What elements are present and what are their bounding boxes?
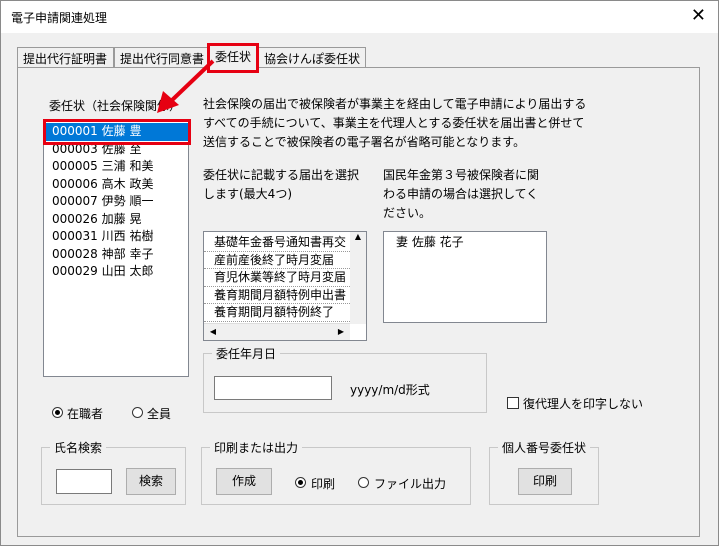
vertical-scrollbar-track[interactable] [350, 248, 366, 324]
spouse-list[interactable]: 妻 佐藤 花子 [383, 231, 547, 323]
employee-list-items: 000001 佐藤 豊 000003 佐藤 至 000005 三浦 和美 000006… [44, 120, 188, 281]
radio-print-label: 印刷 [311, 477, 336, 491]
radio-all-label: 全員 [147, 407, 172, 421]
mynumber-group: 個人番号委任状 印刷 [489, 439, 599, 505]
name-search-group: 氏名検索 検索 [41, 439, 186, 505]
print-output-group: 印刷または出力 作成 印刷 ファイル出力 [201, 439, 471, 505]
employee-list-item[interactable]: 000005 三浦 和美 [44, 158, 188, 176]
date-group-label: 委任年月日 [212, 345, 281, 362]
spouse-label: 国民年金第３号被保険者に関 わる申請の場合は選択してく ださい。 [383, 168, 540, 220]
mynumber-group-label: 個人番号委任状 [498, 439, 591, 456]
date-group: 委任年月日 yyyy/m/d形式 [203, 345, 487, 413]
radio-file-output-label: ファイル出力 [374, 477, 447, 491]
employee-list-item[interactable]: 000003 佐藤 至 [44, 141, 188, 159]
mynumber-print-button[interactable]: 印刷 [518, 468, 572, 495]
date-format-hint: yyyy/m/d形式 [350, 383, 430, 397]
form-list-item[interactable]: 基礎年金番号通知書再交 [204, 234, 350, 252]
employee-list-item[interactable]: 000029 山田 太郎 [44, 263, 188, 281]
description-text: 社会保険の届出で被保険者が事業主を経由して電子申請により届出する すべての手続に… [203, 97, 587, 149]
no-sub-agent-checkbox[interactable] [507, 397, 519, 409]
create-button[interactable]: 作成 [216, 468, 272, 495]
date-input[interactable] [214, 376, 332, 400]
employee-list[interactable]: 000001 佐藤 豊 000003 佐藤 至 000005 三浦 和美 000006… [43, 119, 189, 377]
spouse-list-item[interactable]: 妻 佐藤 花子 [388, 234, 546, 252]
arrow-icon [157, 59, 215, 113]
name-search-label: 氏名検索 [50, 439, 107, 456]
radio-file-output[interactable] [358, 477, 369, 488]
radio-print[interactable] [295, 477, 306, 488]
dialog-window: 電子申請関連処理 ✕ 提出代行証明書 提出代行同意書 委任状 協会けんぽ委任状 … [0, 0, 719, 546]
form-list-item[interactable]: 産前産後終了時月変届 [204, 252, 350, 269]
radio-all[interactable] [132, 407, 143, 418]
scroll-left-icon[interactable]: ◀ [206, 324, 220, 339]
title-bar: 電子申請関連処理 ✕ [1, 1, 718, 33]
employee-list-item[interactable]: 000001 佐藤 豊 [44, 123, 188, 141]
form-list-item[interactable]: 養育期間月額特例終了 [204, 304, 350, 322]
window-title: 電子申請関連処理 [11, 11, 108, 25]
search-button[interactable]: 検索 [126, 468, 176, 495]
radio-employed-label: 在職者 [67, 407, 104, 421]
form-list-item[interactable]: 育児休業等終了時月変届 [204, 269, 350, 287]
employee-list-item[interactable]: 000031 川西 祐樹 [44, 228, 188, 246]
employee-list-item[interactable]: 000028 神部 幸子 [44, 246, 188, 264]
spouse-list-items: 妻 佐藤 花子 [384, 232, 546, 252]
name-search-input[interactable] [56, 469, 112, 494]
arrow-shaft [167, 59, 215, 105]
tab-submission-certificate[interactable]: 提出代行証明書 [17, 47, 114, 68]
forms-list-items: 基礎年金番号通知書再交 産前産後終了時月変届 育児休業等終了時月変届 養育期間月額特例… [204, 232, 350, 322]
employee-list-item[interactable]: 000026 加藤 晃 [44, 211, 188, 229]
print-output-label: 印刷または出力 [210, 439, 303, 456]
forms-label: 委任状に記載する届出を選択 します(最大4つ) [203, 168, 360, 201]
tab-kyokai-kenpo-poa[interactable]: 協会けんぽ委任状 [258, 47, 366, 68]
no-sub-agent-label: 復代理人を印字しない [523, 397, 644, 411]
scroll-up-icon[interactable]: ▲ [350, 232, 366, 248]
form-list-item[interactable]: 養育期間月額特例申出書 [204, 287, 350, 304]
scroll-right-icon[interactable]: ▶ [334, 324, 348, 339]
radio-employed[interactable] [52, 407, 63, 418]
forms-list[interactable]: 基礎年金番号通知書再交 産前産後終了時月変届 育児休業等終了時月変届 養育期間月額特例… [203, 231, 367, 341]
close-icon[interactable]: ✕ [691, 5, 706, 26]
employee-list-item[interactable]: 000006 高木 政美 [44, 176, 188, 194]
employee-list-item[interactable]: 000007 伊勢 順一 [44, 193, 188, 211]
horizontal-scrollbar-track[interactable] [204, 323, 350, 340]
